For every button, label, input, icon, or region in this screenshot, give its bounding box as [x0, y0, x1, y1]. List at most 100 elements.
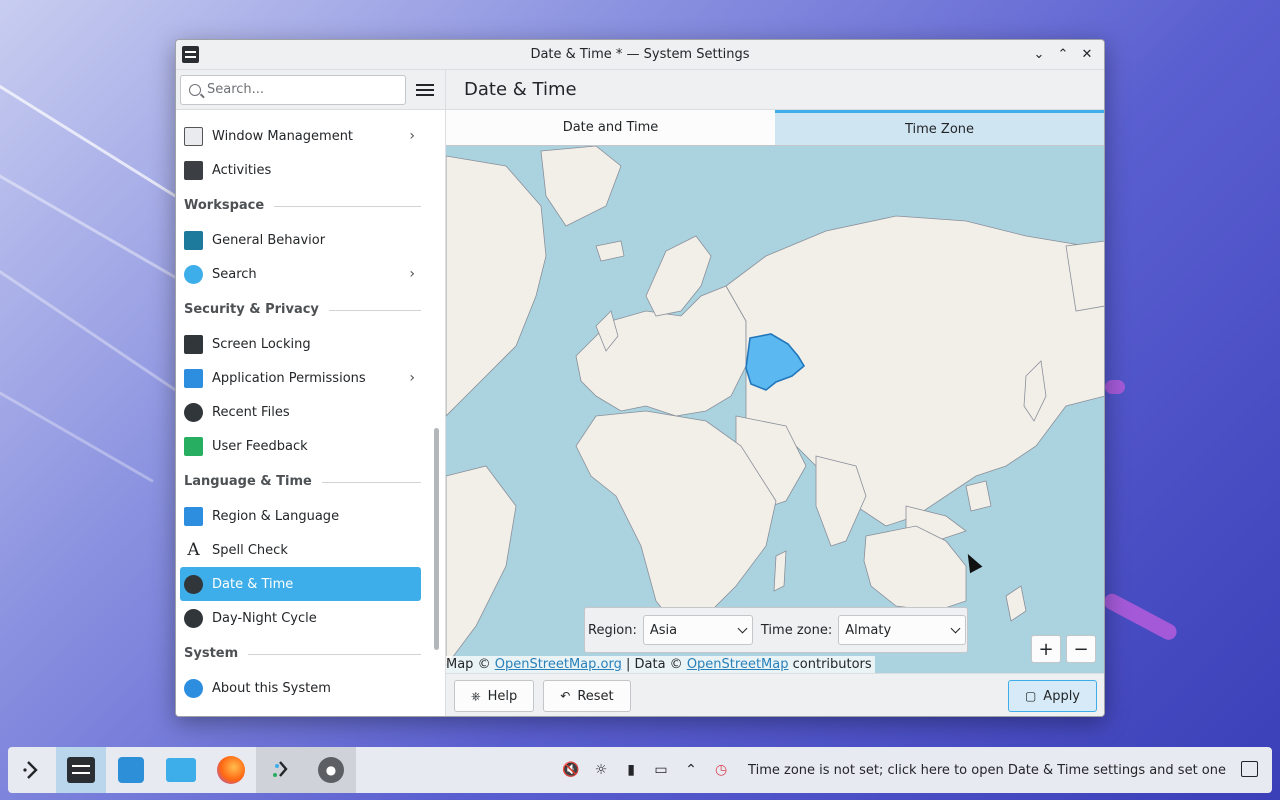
sidebar-item-activities[interactable]: Activities: [180, 153, 421, 187]
taskbar-kde-connect[interactable]: [256, 747, 306, 793]
chevron-right-icon: ›: [409, 128, 415, 144]
sidebar-section-workspace: Workspace: [180, 187, 421, 223]
sidebar-list: Window Management › Activities Workspace Gen…: [176, 110, 445, 705]
help-button[interactable]: ⎈ Help: [454, 680, 535, 712]
sidebar-item-window-management[interactable]: Window Management ›: [180, 119, 421, 153]
recent-files-icon: [184, 402, 203, 422]
page-title: Date & Time: [464, 79, 577, 100]
save-icon: ▢: [1024, 689, 1037, 703]
discover-store-icon: [118, 757, 144, 783]
region-language-icon: [184, 506, 203, 526]
system-settings-app-icon[interactable]: [182, 46, 199, 63]
wallpaper-shape: [1105, 380, 1125, 394]
apply-label: Apply: [1043, 688, 1080, 704]
wallpaper-streak: [0, 250, 187, 399]
sidebar-item-spell-check[interactable]: A Spell Check: [180, 533, 421, 567]
sidebar-item-screen-locking[interactable]: Screen Locking: [180, 327, 421, 361]
taskbar: ● 🔇 ☼ ▮ ▭ ⌃ ◷ Time zone is not set; clic…: [8, 747, 1272, 793]
sidebar-item-recent-files[interactable]: Recent Files: [180, 395, 421, 429]
sidebar-scrollbar[interactable]: [434, 428, 439, 650]
taskbar-file-manager[interactable]: [156, 747, 206, 793]
application-permissions-icon: [184, 368, 203, 388]
section-divider: [321, 481, 421, 483]
undo-icon: ↶: [560, 689, 571, 703]
sidebar-item-label: Screen Locking: [212, 336, 311, 352]
taskbar-discover[interactable]: [106, 747, 156, 793]
close-icon: ✕: [1081, 46, 1093, 62]
hamburger-menu-button[interactable]: [416, 81, 434, 99]
openstreetmap-data-link[interactable]: OpenStreetMap: [687, 657, 789, 672]
sidebar: Window Management › Activities Workspace Gen…: [176, 110, 446, 716]
hamburger-line: [416, 88, 434, 91]
land-iceland: [595, 240, 625, 262]
timezone-label: Time zone:: [760, 622, 833, 638]
zoom-out-button[interactable]: −: [1066, 635, 1096, 663]
sidebar-item-label: About this System: [212, 680, 331, 696]
expand-tray-icon[interactable]: ⌃: [682, 761, 700, 779]
wallpaper-streak: [0, 380, 154, 483]
sidebar-item-label: Date & Time: [212, 576, 294, 592]
tab-time-zone[interactable]: Time Zone: [775, 110, 1104, 145]
apply-button[interactable]: ▢ Apply: [1007, 680, 1097, 712]
sidebar-item-day-night-cycle[interactable]: Day-Night Cycle: [180, 601, 421, 635]
tab-date-and-time[interactable]: Date and Time: [446, 110, 775, 145]
dialog-button-bar: ⎈ Help ↶ Reset ▢ Apply: [446, 673, 1104, 716]
search-input[interactable]: [207, 82, 387, 97]
sidebar-item-label: Window Management: [212, 128, 354, 144]
help-icon: ⎈: [471, 688, 481, 703]
sidebar-item-label: Region & Language: [212, 508, 340, 524]
taskbar-system-settings[interactable]: [56, 747, 106, 793]
search-icon: [189, 83, 201, 96]
usb-icon[interactable]: ▮: [622, 761, 640, 779]
brightness-icon[interactable]: ☼: [592, 761, 610, 779]
help-label: Help: [487, 688, 518, 704]
sidebar-item-label: Search: [212, 266, 257, 282]
sidebar-item-label: Spell Check: [212, 542, 288, 558]
region-value: Asia: [649, 622, 678, 638]
sidebar-item-user-feedback[interactable]: User Feedback: [180, 429, 421, 463]
zoom-in-button[interactable]: +: [1031, 635, 1061, 663]
sidebar-item-search[interactable]: Search ›: [180, 257, 421, 291]
general-behavior-icon: [184, 230, 203, 250]
sidebar-item-application-permissions[interactable]: Application Permissions ›: [180, 361, 421, 395]
sidebar-section-system: System: [180, 635, 421, 671]
user-feedback-icon: [184, 436, 203, 456]
timezone-notification-text[interactable]: Time zone is not set; click here to open…: [748, 763, 1226, 778]
sidebar-item-label: Day-Night Cycle: [212, 610, 317, 626]
search-box[interactable]: [180, 74, 406, 105]
map-attribution: Map © OpenStreetMap.org | Data © OpenStr…: [446, 656, 875, 673]
chevron-right-icon: ›: [409, 370, 415, 386]
sidebar-item-region-language[interactable]: Region & Language: [180, 499, 421, 533]
sidebar-item-general-behavior[interactable]: General Behavior: [180, 223, 421, 257]
show-desktop-button[interactable]: [1241, 761, 1258, 777]
taskbar-firefox[interactable]: [206, 747, 256, 793]
hamburger-line: [416, 83, 434, 86]
taskbar-lock[interactable]: ●: [306, 747, 356, 793]
tab-bar: Date and Time Time Zone: [446, 110, 1104, 146]
application-launcher-button[interactable]: [8, 747, 56, 793]
attribution-mid: | Data ©: [625, 657, 683, 672]
window-title: Date & Time * — System Settings: [530, 47, 750, 62]
region-combobox[interactable]: Asia: [642, 615, 753, 645]
display-icon[interactable]: ▭: [652, 761, 670, 779]
minimize-button[interactable]: ⌄: [1030, 45, 1048, 63]
maximize-button[interactable]: ⌃: [1054, 45, 1072, 63]
attribution-suffix: contributors: [792, 657, 872, 672]
window-titlebar[interactable]: Date & Time * — System Settings ⌄ ⌃ ✕: [176, 40, 1104, 70]
clock-alert-icon[interactable]: ◷: [712, 761, 730, 779]
sidebar-section-language-time: Language & Time: [180, 463, 421, 499]
system-tray: 🔇 ☼ ▮ ▭ ⌃ ◷ Time zone is not set; click …: [562, 747, 1226, 793]
reset-button[interactable]: ↶ Reset: [543, 680, 631, 712]
toolbar-left: [176, 70, 446, 109]
land-new-zealand: [1005, 585, 1027, 622]
sidebar-item-about-this-system[interactable]: About this System: [180, 671, 421, 705]
sidebar-item-date-time[interactable]: Date & Time: [180, 567, 421, 601]
volume-muted-icon[interactable]: 🔇: [562, 761, 580, 779]
timezone-combobox[interactable]: Almaty: [838, 615, 967, 645]
close-button[interactable]: ✕: [1078, 45, 1096, 63]
search-settings-icon: [184, 264, 203, 284]
timezone-map[interactable]: Region: Asia Time zone: Almaty + − Map ©: [446, 146, 1104, 673]
openstreetmap-org-link[interactable]: OpenStreetMap.org: [495, 657, 622, 672]
land-north-america: [446, 155, 547, 417]
section-divider: [248, 653, 421, 655]
